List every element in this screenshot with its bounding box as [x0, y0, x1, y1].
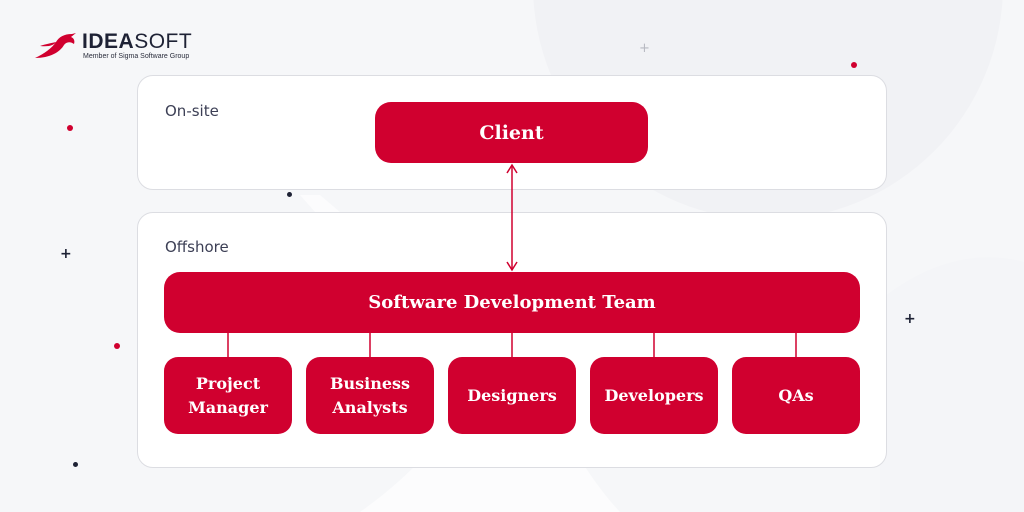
zone-offshore-label: Offshore — [165, 238, 229, 256]
decor-dot-dark — [73, 462, 78, 467]
brand-name: IDEASOFT — [82, 30, 193, 53]
plus-icon: + — [639, 41, 650, 56]
brand-name-bold: IDEA — [82, 30, 135, 53]
decor-dot-red — [851, 62, 857, 68]
plus-icon: + — [904, 311, 916, 327]
decor-dot-dark — [287, 192, 292, 197]
background-wedge-mid — [300, 195, 340, 212]
brand-logo[interactable]: IDEASOFT Member of Sigma Software Group — [34, 30, 193, 60]
swallow-bird-icon — [35, 33, 76, 58]
node-developers: Developers — [590, 357, 718, 434]
zone-onsite-label: On-site — [165, 102, 219, 120]
node-designers: Designers — [448, 357, 576, 434]
background-wedge-right — [880, 257, 1024, 512]
node-project-manager: Project Manager — [164, 357, 292, 434]
node-business-analysts: Business Analysts — [306, 357, 434, 434]
node-client: Client — [375, 102, 648, 163]
brand-tagline: Member of Sigma Software Group — [83, 53, 190, 60]
plus-icon: + — [60, 246, 72, 262]
node-software-development-team: Software Development Team — [164, 272, 860, 333]
decor-dot-red — [67, 125, 73, 131]
decor-dot-red — [114, 343, 120, 349]
node-qas: QAs — [732, 357, 860, 434]
brand-name-light: SOFT — [134, 30, 193, 53]
